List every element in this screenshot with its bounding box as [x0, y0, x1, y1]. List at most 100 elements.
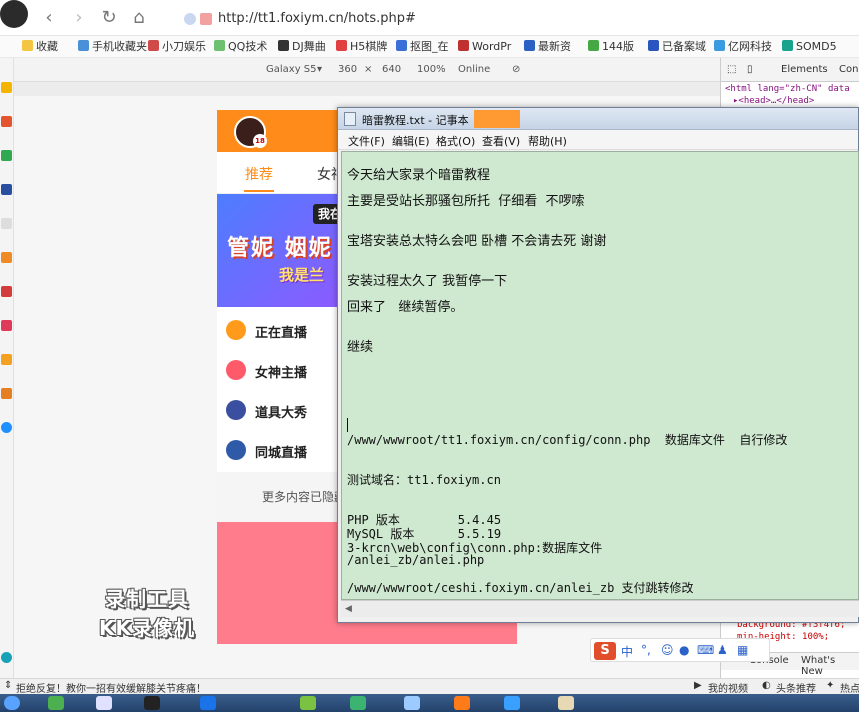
keyboard-icon[interactable]: ⌨	[697, 643, 714, 657]
menu-help[interactable]: 帮助(H)	[528, 133, 567, 149]
app-icon[interactable]	[1, 116, 12, 127]
taskbar-app-icon[interactable]	[144, 696, 160, 710]
reload-icon[interactable]: ↻	[98, 7, 120, 29]
window-titlebar[interactable]: 暗雷教程.txt - 记事本	[338, 108, 858, 130]
tab-elements[interactable]: Elements	[781, 64, 828, 75]
bookmarks-bar: 收藏 手机收藏夹 小刀娱乐 QQ技术 DJ舞曲 H5棋牌 抠图_在 WordPr…	[0, 36, 859, 58]
bookmark-item[interactable]: 手机收藏夹	[78, 39, 147, 55]
bookmark-item[interactable]: 最新资	[524, 39, 571, 55]
rotate-icon[interactable]: ⊘	[512, 64, 520, 75]
active-tab-underline	[244, 190, 274, 192]
recorder-watermark: 录制工具 KK录像机	[82, 583, 212, 641]
menu-format[interactable]: 格式(O)	[436, 133, 475, 149]
bookmark-item[interactable]: WordPr	[458, 39, 511, 55]
app-icon[interactable]	[1, 218, 12, 229]
app-icon[interactable]	[1, 388, 12, 399]
bookmark-item[interactable]: 抠图_在	[396, 39, 449, 55]
bookmark-item[interactable]: H5棋牌	[336, 39, 387, 55]
refresh-icon[interactable]: ◐	[762, 680, 771, 691]
tab-whats-new[interactable]: What's New	[801, 655, 859, 677]
app-icon[interactable]	[1, 150, 12, 161]
height-input[interactable]: 640	[382, 64, 401, 75]
inspect-icon[interactable]: ⬚	[727, 64, 736, 75]
taskbar-app-icon[interactable]	[300, 696, 316, 710]
goddess-icon	[226, 360, 246, 380]
taskbar-app-icon[interactable]	[96, 696, 112, 710]
tab-recommend[interactable]: 推荐	[245, 164, 273, 184]
phone-icon	[78, 40, 89, 51]
bookmark-item[interactable]: 小刀娱乐	[148, 39, 206, 55]
news-ticker[interactable]: 拒绝反复！教你一招有效缓解膝关节疼痛！	[16, 680, 206, 695]
bookmark-item[interactable]: 亿网科技	[714, 39, 772, 55]
forward-icon[interactable]: ›	[68, 7, 90, 29]
tab-console[interactable]: Con	[839, 64, 858, 75]
app-icon[interactable]	[1, 320, 12, 331]
play-icon[interactable]: ▶	[694, 680, 702, 691]
network-select[interactable]: Online	[458, 64, 490, 75]
app-icon[interactable]	[1, 252, 12, 263]
my-video-link[interactable]: 我的视频	[708, 680, 748, 695]
bookmark-icon	[336, 40, 347, 51]
text-editor[interactable]: 今天给大家录个暗雷教程 主要是受站长那骚包所托 仔细看 不啰嗦 宝塔安装总太特么…	[341, 151, 859, 600]
horizontal-scrollbar[interactable]: ◀	[341, 600, 859, 617]
bookmark-item[interactable]: 144版	[588, 39, 634, 55]
bookmark-icon	[278, 40, 289, 51]
menu-icon[interactable]: ⇕	[4, 680, 12, 691]
taskbar-app-icon[interactable]	[404, 696, 420, 710]
bookmark-item[interactable]: DJ舞曲	[278, 39, 326, 55]
bookmark-icon	[588, 40, 599, 51]
device-toggle-icon[interactable]: ▯	[747, 64, 753, 75]
bookmark-icon	[148, 40, 159, 51]
zoom-select[interactable]: 100%	[417, 64, 446, 75]
back-icon[interactable]: ‹	[38, 7, 60, 29]
text-line: 回来了 继续暂停。	[347, 300, 464, 315]
scroll-left-icon[interactable]: ◀	[345, 604, 352, 614]
taskbar-app-icon[interactable]	[454, 696, 470, 710]
mic-icon[interactable]: ●	[679, 643, 689, 657]
skin-icon[interactable]: ♟	[717, 643, 728, 657]
home-icon[interactable]: ⌂	[128, 7, 150, 29]
star-icon[interactable]	[1, 82, 12, 93]
ime-punct-toggle[interactable]: °,	[641, 643, 651, 657]
menu-view[interactable]: 查看(V)	[482, 133, 520, 149]
dom-line[interactable]: <html lang="zh-CN" data	[725, 84, 850, 94]
start-icon[interactable]	[4, 696, 20, 710]
browser-toolbar: ‹ › ↻ ⌂ http://tt1.foxiym.cn/hots.php#	[0, 0, 859, 36]
width-input[interactable]: 360	[338, 64, 357, 75]
windows-taskbar	[0, 694, 859, 712]
taskbar-app-icon[interactable]	[350, 696, 366, 710]
dropdown-icon: ▾	[317, 64, 323, 75]
app-icon[interactable]	[1, 354, 12, 365]
settings-icon[interactable]: ▦	[737, 643, 748, 657]
hot-link[interactable]: 热点	[840, 680, 859, 695]
list-item-label: 正在直播	[255, 326, 308, 341]
bookmark-item[interactable]: SOMD5	[782, 39, 837, 55]
menu-file[interactable]: 文件(F)	[348, 133, 385, 149]
hot-icon[interactable]: ✦	[826, 680, 834, 691]
bookmark-item[interactable]: 收藏	[22, 39, 58, 55]
app-icon[interactable]	[1, 286, 12, 297]
taskbar-app-icon[interactable]	[504, 696, 520, 710]
app-icon[interactable]	[1, 652, 12, 663]
window-title: 暗雷教程.txt - 记事本	[362, 114, 469, 127]
taskbar-app-icon[interactable]	[200, 696, 216, 710]
app-icon[interactable]	[1, 422, 12, 433]
ime-lang-toggle[interactable]: 中	[621, 643, 633, 660]
menu-edit[interactable]: 编辑(E)	[392, 133, 430, 149]
bookmark-item[interactable]: 已备案域	[648, 39, 706, 55]
ruler	[14, 82, 720, 96]
site-warning-icon	[200, 13, 212, 25]
device-select[interactable]: Galaxy S5	[266, 64, 317, 75]
emoji-icon[interactable]: ☺	[661, 643, 674, 657]
app-icon[interactable]	[1, 184, 12, 195]
user-avatar[interactable]	[0, 0, 28, 28]
bookmark-item[interactable]: QQ技术	[214, 39, 267, 55]
address-bar[interactable]: http://tt1.foxiym.cn/hots.php#	[176, 7, 859, 31]
headline-link[interactable]: 头条推荐	[776, 680, 816, 695]
ime-toolbar[interactable]: S 中 °, ☺ ● ⌨ ♟ ▦	[590, 638, 770, 662]
dom-line[interactable]: ▸<head>…</head>	[733, 96, 814, 106]
sogou-logo-icon[interactable]: S	[594, 642, 616, 660]
taskbar-app-icon[interactable]	[558, 696, 574, 710]
taskbar-app-icon[interactable]	[48, 696, 64, 710]
notepad-window[interactable]: 暗雷教程.txt - 记事本 文件(F) 编辑(E) 格式(O) 查看(V) 帮…	[337, 107, 859, 623]
